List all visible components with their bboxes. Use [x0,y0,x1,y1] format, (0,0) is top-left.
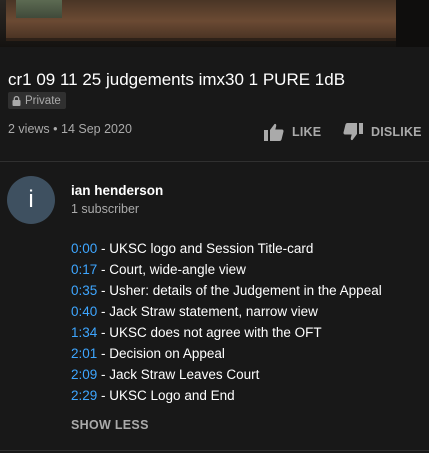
chapter-text: - UKSC Logo and End [97,388,235,403]
chapter-list: 0:00 - UKSC logo and Session Title-card … [71,239,382,407]
video-title: cr1 09 11 25 judgements imx30 1 PURE 1dB [8,70,346,89]
chapter-item: 0:35 - Usher: details of the Judgement i… [71,281,382,302]
video-player-thumbnail[interactable] [0,0,429,47]
dislike-label: DISLIKE [371,125,422,139]
channel-name[interactable]: ian henderson [71,183,163,198]
chapter-item: 1:34 - UKSC does not agree with the OFT [71,323,382,344]
courtroom-bench-image [6,0,396,41]
timestamp-link[interactable]: 1:34 [71,325,97,340]
chapter-text: - Decision on Appeal [97,346,225,361]
avatar-letter: i [28,186,34,213]
chapter-text: - Court, wide-angle view [97,262,246,277]
subscriber-count: 1 subscriber [71,202,140,216]
dislike-button[interactable]: DISLIKE [343,119,422,145]
chapter-item: 0:00 - UKSC logo and Session Title-card [71,239,382,260]
timestamp-link[interactable]: 2:29 [71,388,97,403]
channel-avatar[interactable]: i [7,176,55,224]
chapter-item: 0:17 - Court, wide-angle view [71,260,382,281]
timestamp-link[interactable]: 0:40 [71,304,97,319]
chapter-text: - Jack Straw Leaves Court [97,367,260,382]
like-label: LIKE [292,125,322,139]
timestamp-link[interactable]: 0:17 [71,262,97,277]
show-less-button[interactable]: SHOW LESS [71,418,149,432]
timestamp-link[interactable]: 2:09 [71,367,97,382]
thumb-up-icon [264,123,284,141]
video-dark-edge [396,0,429,47]
chapter-item: 2:29 - UKSC Logo and End [71,386,382,407]
like-button[interactable]: LIKE [264,119,321,145]
timestamp-link[interactable]: 0:35 [71,283,97,298]
privacy-badge: Private [8,92,66,109]
bottom-divider [0,450,429,451]
section-divider [0,161,429,162]
chapter-text: - Jack Straw statement, narrow view [97,304,318,319]
privacy-label: Private [25,94,61,107]
thumb-down-icon [343,123,363,141]
chapter-text: - UKSC does not agree with the OFT [97,325,322,340]
chapter-item: 2:09 - Jack Straw Leaves Court [71,365,382,386]
lock-icon [12,95,21,106]
chapter-text: - Usher: details of the Judgement in the… [97,283,382,298]
chapter-item: 2:01 - Decision on Appeal [71,344,382,365]
chapter-item: 0:40 - Jack Straw statement, narrow view [71,302,382,323]
chapter-text: - UKSC logo and Session Title-card [97,241,314,256]
courtroom-screen-image [16,0,62,18]
timestamp-link[interactable]: 0:00 [71,241,97,256]
view-count-and-date: 2 views • 14 Sep 2020 [8,122,132,136]
timestamp-link[interactable]: 2:01 [71,346,97,361]
